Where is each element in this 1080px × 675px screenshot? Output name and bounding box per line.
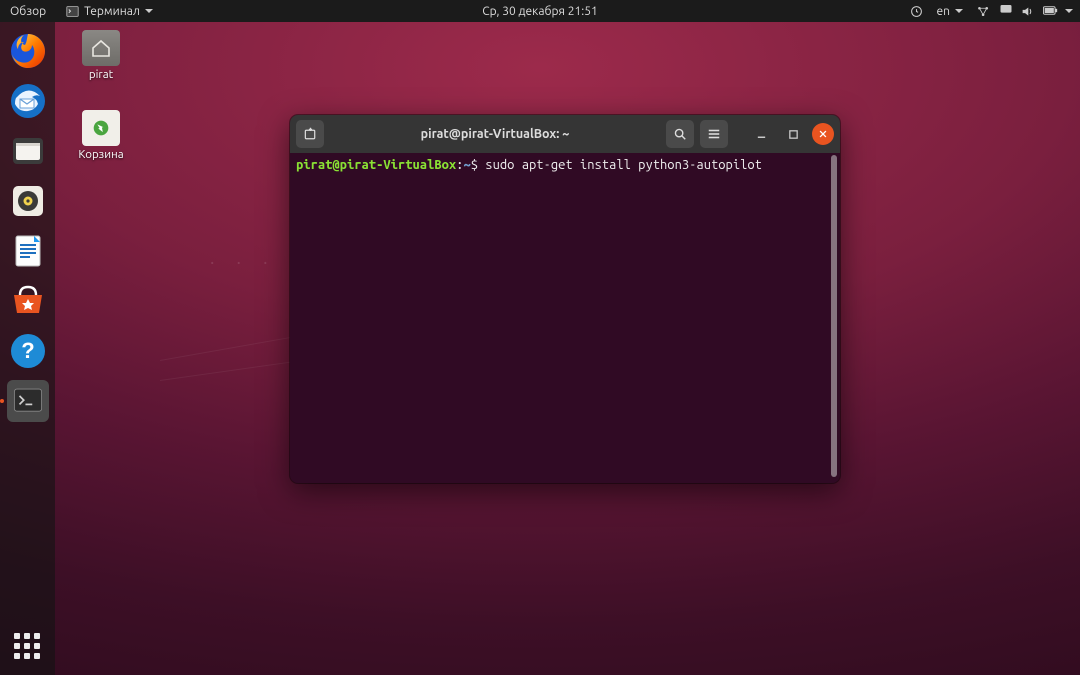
- prompt-user: pirat@pirat-VirtualBox: [296, 158, 456, 172]
- desktop-icon-label: Корзина: [78, 148, 123, 161]
- trash-icon: [82, 110, 120, 146]
- ubuntu-software-icon: [8, 281, 48, 321]
- dock-item-terminal[interactable]: [7, 380, 49, 422]
- desktop-icon-home[interactable]: pirat: [66, 30, 136, 81]
- thunderbird-icon: [8, 81, 48, 121]
- dock-item-rhythmbox[interactable]: [7, 180, 49, 222]
- firefox-icon: [8, 31, 48, 71]
- dock-item-firefox[interactable]: [7, 30, 49, 72]
- terminal-menu-icon: [66, 5, 79, 18]
- chevron-down-icon: [145, 9, 153, 13]
- desktop-icon-label: pirat: [89, 68, 113, 81]
- files-icon: [8, 131, 48, 171]
- rhythmbox-icon: [8, 181, 48, 221]
- terminal-icon: [11, 384, 45, 418]
- top-bar: Обзор Терминал Ср, 30 декабря 21:51 en: [0, 0, 1080, 22]
- prompt-symbol: $: [471, 158, 478, 172]
- maximize-button[interactable]: [780, 121, 806, 147]
- menu-button[interactable]: [700, 120, 728, 148]
- clock-label: Ср, 30 декабря 21:51: [482, 5, 598, 18]
- new-tab-icon: [303, 127, 318, 142]
- vpn-icon: [999, 5, 1012, 18]
- desktop-icon-trash[interactable]: Корзина: [66, 110, 136, 161]
- libreoffice-writer-icon: [8, 231, 48, 271]
- maximize-icon: [788, 129, 799, 140]
- update-indicator[interactable]: [903, 0, 930, 22]
- terminal-body[interactable]: pirat@pirat-VirtualBox:~$ sudo apt-get i…: [290, 153, 840, 483]
- search-icon: [673, 127, 687, 141]
- search-button[interactable]: [666, 120, 694, 148]
- minimize-icon: [756, 129, 767, 140]
- terminal-scrollbar[interactable]: [831, 155, 837, 477]
- system-status-area[interactable]: [970, 0, 1080, 22]
- svg-text:?: ?: [21, 338, 34, 363]
- app-menu-label: Терминал: [84, 5, 140, 18]
- prompt-path: ~: [463, 158, 470, 172]
- window-title: pirat@pirat-VirtualBox: ~: [330, 127, 660, 141]
- terminal-command: sudo apt-get install python3-autopilot: [485, 158, 762, 172]
- dock-item-software[interactable]: [7, 280, 49, 322]
- dock-item-writer[interactable]: [7, 230, 49, 272]
- battery-icon: [1043, 5, 1056, 18]
- terminal-window: pirat@pirat-VirtualBox: ~ pirat@pirat-Vi…: [290, 115, 840, 483]
- activities-button[interactable]: Обзор: [0, 0, 56, 22]
- dock-item-files[interactable]: [7, 130, 49, 172]
- dock: ?: [0, 22, 55, 675]
- chevron-down-icon: [955, 9, 963, 13]
- close-button[interactable]: [812, 123, 834, 145]
- new-tab-button[interactable]: [296, 120, 324, 148]
- app-menu[interactable]: Терминал: [56, 0, 163, 22]
- clock[interactable]: Ср, 30 декабря 21:51: [472, 0, 608, 22]
- hamburger-icon: [707, 127, 721, 141]
- dock-item-thunderbird[interactable]: [7, 80, 49, 122]
- folder-home-icon: [82, 30, 120, 66]
- keyboard-layout[interactable]: en: [930, 0, 970, 22]
- update-icon: [910, 5, 923, 18]
- volume-icon: [1021, 5, 1034, 18]
- window-titlebar[interactable]: pirat@pirat-VirtualBox: ~: [290, 115, 840, 153]
- dock-item-help[interactable]: ?: [7, 330, 49, 372]
- help-icon: ?: [8, 331, 48, 371]
- network-icon: [977, 5, 990, 18]
- show-applications-button[interactable]: [14, 633, 42, 661]
- minimize-button[interactable]: [748, 121, 774, 147]
- activities-label: Обзор: [10, 5, 46, 18]
- wallpaper-streak: [160, 336, 298, 361]
- chevron-down-icon: [1065, 9, 1073, 13]
- close-icon: [818, 129, 828, 139]
- keyboard-layout-label: en: [937, 5, 950, 18]
